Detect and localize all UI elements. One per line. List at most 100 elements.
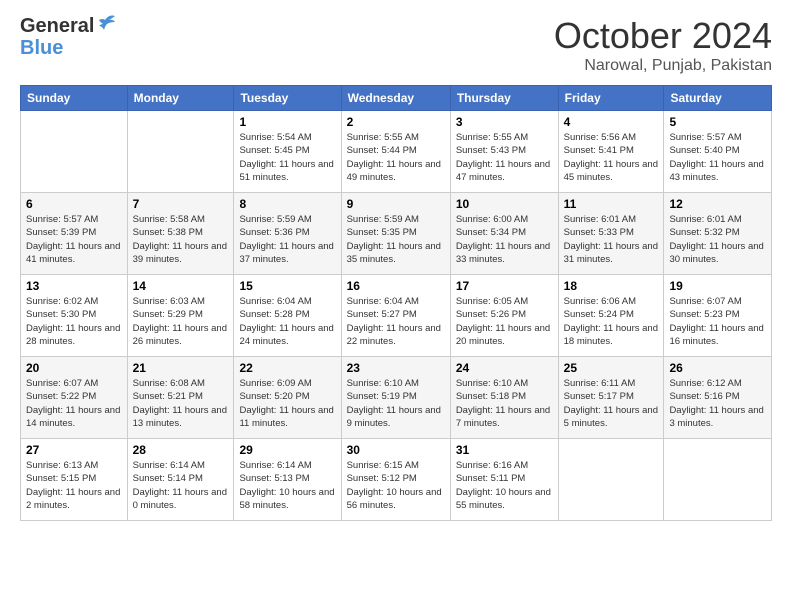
day-info: Sunrise: 6:03 AMSunset: 5:29 PMDaylight:… (133, 295, 229, 348)
header-tuesday: Tuesday (234, 86, 341, 111)
logo: General Blue (20, 15, 117, 59)
day-info: Sunrise: 6:04 AMSunset: 5:28 PMDaylight:… (239, 295, 335, 348)
day-info: Sunrise: 6:01 AMSunset: 5:33 PMDaylight:… (564, 213, 659, 266)
day-info: Sunrise: 6:08 AMSunset: 5:21 PMDaylight:… (133, 377, 229, 430)
month-title: October 2024 (554, 15, 772, 57)
table-row: 15 Sunrise: 6:04 AMSunset: 5:28 PMDayligh… (234, 275, 341, 357)
day-number: 4 (564, 115, 659, 129)
table-row: 4Sunrise: 5:56 AMSunset: 5:41 PMDaylight… (558, 111, 664, 193)
day-info: Sunrise: 5:58 AMSunset: 5:38 PMDaylight:… (133, 213, 229, 266)
table-row: 26 Sunrise: 6:12 AMSunset: 5:16 PMDayligh… (664, 357, 772, 439)
day-info: Sunrise: 5:59 AMSunset: 5:36 PMDaylight:… (239, 213, 335, 266)
table-row: 21 Sunrise: 6:08 AMSunset: 5:21 PMDayligh… (127, 357, 234, 439)
day-number: 28 (133, 443, 229, 457)
day-number: 31 (456, 443, 553, 457)
header-monday: Monday (127, 86, 234, 111)
table-row: 31 Sunrise: 6:16 AMSunset: 5:11 PMDayligh… (450, 439, 558, 521)
day-info: Sunrise: 6:15 AMSunset: 5:12 PMDaylight:… (347, 459, 445, 512)
day-number: 7 (133, 197, 229, 211)
day-number: 5 (669, 115, 766, 129)
day-number: 13 (26, 279, 122, 293)
day-number: 30 (347, 443, 445, 457)
header-wednesday: Wednesday (341, 86, 450, 111)
calendar-week-row: 20 Sunrise: 6:07 AMSunset: 5:22 PMDayligh… (21, 357, 772, 439)
header-section: General Blue October 2024 Narowal, Punja… (20, 15, 772, 75)
day-info: Sunrise: 6:01 AMSunset: 5:32 PMDaylight:… (669, 213, 766, 266)
calendar-week-row: 13 Sunrise: 6:02 AMSunset: 5:30 PMDayligh… (21, 275, 772, 357)
table-row: 24Sunrise: 6:10 AMSunset: 5:18 PMDayligh… (450, 357, 558, 439)
table-row: 14 Sunrise: 6:03 AMSunset: 5:29 PMDayligh… (127, 275, 234, 357)
table-row: 5Sunrise: 5:57 AMSunset: 5:40 PMDaylight… (664, 111, 772, 193)
calendar-table: Sunday Monday Tuesday Wednesday Thursday… (20, 85, 772, 521)
table-row: 1 Sunrise: 5:54 AMSunset: 5:45 PMDaylight… (234, 111, 341, 193)
logo-bird-icon (95, 12, 117, 34)
day-number: 18 (564, 279, 659, 293)
header-saturday: Saturday (664, 86, 772, 111)
table-row (21, 111, 128, 193)
day-number: 20 (26, 361, 122, 375)
day-number: 1 (239, 115, 335, 129)
table-row: 27 Sunrise: 6:13 AMSunset: 5:15 PMDayligh… (21, 439, 128, 521)
day-number: 27 (26, 443, 122, 457)
day-info: Sunrise: 5:59 AMSunset: 5:35 PMDaylight:… (347, 213, 445, 266)
table-row (127, 111, 234, 193)
location-title: Narowal, Punjab, Pakistan (554, 57, 772, 75)
table-row (664, 439, 772, 521)
day-info: Sunrise: 6:11 AMSunset: 5:17 PMDaylight:… (564, 377, 659, 430)
weekday-header-row: Sunday Monday Tuesday Wednesday Thursday… (21, 86, 772, 111)
day-number: 16 (347, 279, 445, 293)
day-info: Sunrise: 5:57 AMSunset: 5:39 PMDaylight:… (26, 213, 122, 266)
table-row: 18 Sunrise: 6:06 AMSunset: 5:24 PMDayligh… (558, 275, 664, 357)
logo-text-general: General (20, 15, 94, 37)
table-row: 8Sunrise: 5:59 AMSunset: 5:36 PMDaylight… (234, 193, 341, 275)
day-info: Sunrise: 5:54 AMSunset: 5:45 PMDaylight:… (239, 131, 335, 184)
table-row: 6 Sunrise: 5:57 AMSunset: 5:39 PMDaylight… (21, 193, 128, 275)
day-number: 25 (564, 361, 659, 375)
day-number: 2 (347, 115, 445, 129)
table-row: 12Sunrise: 6:01 AMSunset: 5:32 PMDayligh… (664, 193, 772, 275)
table-row: 20 Sunrise: 6:07 AMSunset: 5:22 PMDayligh… (21, 357, 128, 439)
day-info: Sunrise: 6:12 AMSunset: 5:16 PMDaylight:… (669, 377, 766, 430)
day-info: Sunrise: 6:07 AMSunset: 5:22 PMDaylight:… (26, 377, 122, 430)
calendar-week-row: 27 Sunrise: 6:13 AMSunset: 5:15 PMDayligh… (21, 439, 772, 521)
day-number: 11 (564, 197, 659, 211)
day-info: Sunrise: 6:06 AMSunset: 5:24 PMDaylight:… (564, 295, 659, 348)
day-info: Sunrise: 6:13 AMSunset: 5:15 PMDaylight:… (26, 459, 122, 512)
table-row: 13 Sunrise: 6:02 AMSunset: 5:30 PMDayligh… (21, 275, 128, 357)
table-row: 30 Sunrise: 6:15 AMSunset: 5:12 PMDayligh… (341, 439, 450, 521)
day-number: 15 (239, 279, 335, 293)
day-info: Sunrise: 6:09 AMSunset: 5:20 PMDaylight:… (239, 377, 335, 430)
table-row: 29Sunrise: 6:14 AMSunset: 5:13 PMDayligh… (234, 439, 341, 521)
day-info: Sunrise: 6:02 AMSunset: 5:30 PMDaylight:… (26, 295, 122, 348)
table-row: 25 Sunrise: 6:11 AMSunset: 5:17 PMDayligh… (558, 357, 664, 439)
table-row: 9 Sunrise: 5:59 AMSunset: 5:35 PMDaylight… (341, 193, 450, 275)
day-info: Sunrise: 6:14 AMSunset: 5:13 PMDaylight:… (239, 459, 335, 512)
header-sunday: Sunday (21, 86, 128, 111)
day-number: 22 (239, 361, 335, 375)
calendar-week-row: 6 Sunrise: 5:57 AMSunset: 5:39 PMDaylight… (21, 193, 772, 275)
day-number: 3 (456, 115, 553, 129)
day-number: 26 (669, 361, 766, 375)
day-number: 6 (26, 197, 122, 211)
table-row: 16 Sunrise: 6:04 AMSunset: 5:27 PMDayligh… (341, 275, 450, 357)
table-row: 11 Sunrise: 6:01 AMSunset: 5:33 PMDayligh… (558, 193, 664, 275)
day-info: Sunrise: 5:55 AMSunset: 5:43 PMDaylight:… (456, 131, 553, 184)
day-number: 24 (456, 361, 553, 375)
day-info: Sunrise: 6:16 AMSunset: 5:11 PMDaylight:… (456, 459, 553, 512)
table-row: 2 Sunrise: 5:55 AMSunset: 5:44 PMDaylight… (341, 111, 450, 193)
table-row: 28Sunrise: 6:14 AMSunset: 5:14 PMDayligh… (127, 439, 234, 521)
day-number: 21 (133, 361, 229, 375)
title-section: October 2024 Narowal, Punjab, Pakistan (554, 15, 772, 75)
day-info: Sunrise: 6:04 AMSunset: 5:27 PMDaylight:… (347, 295, 445, 348)
table-row: 7 Sunrise: 5:58 AMSunset: 5:38 PMDaylight… (127, 193, 234, 275)
header-thursday: Thursday (450, 86, 558, 111)
table-row: 22 Sunrise: 6:09 AMSunset: 5:20 PMDayligh… (234, 357, 341, 439)
day-info: Sunrise: 6:05 AMSunset: 5:26 PMDaylight:… (456, 295, 553, 348)
main-container: General Blue October 2024 Narowal, Punja… (0, 0, 792, 531)
calendar-week-row: 1 Sunrise: 5:54 AMSunset: 5:45 PMDaylight… (21, 111, 772, 193)
day-number: 9 (347, 197, 445, 211)
table-row: 19Sunrise: 6:07 AMSunset: 5:23 PMDayligh… (664, 275, 772, 357)
day-number: 10 (456, 197, 553, 211)
day-info: Sunrise: 5:55 AMSunset: 5:44 PMDaylight:… (347, 131, 445, 184)
day-number: 14 (133, 279, 229, 293)
